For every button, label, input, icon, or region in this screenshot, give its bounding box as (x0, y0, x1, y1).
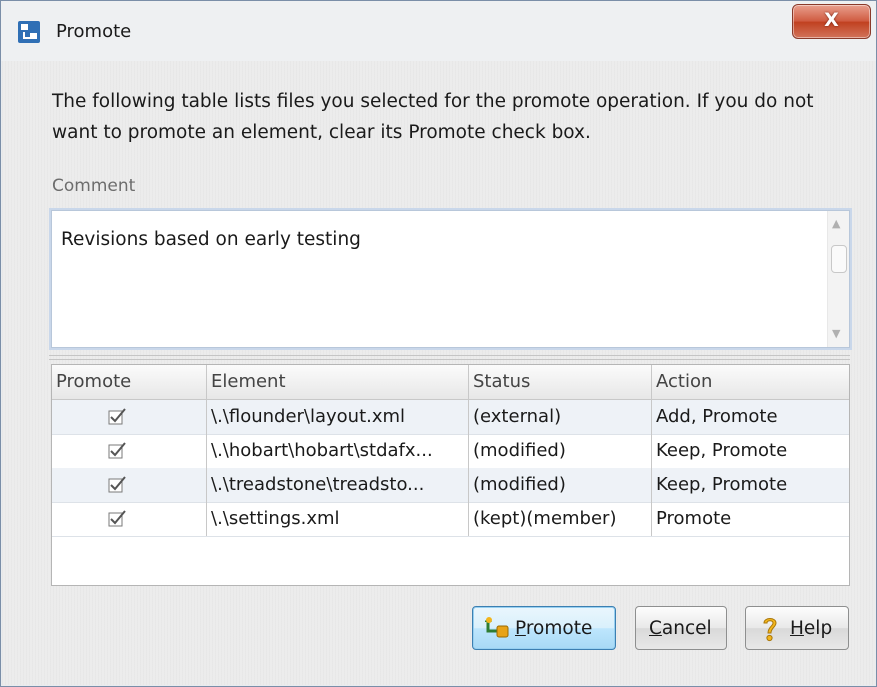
promote-button-label: Promote (515, 618, 593, 639)
action-cell: Add, Promote (656, 406, 778, 427)
action-cell: Keep, Promote (656, 440, 788, 461)
status-cell: (kept)(member) (469, 502, 652, 536)
help-button-label: Help (790, 618, 833, 639)
comment-scrollbar[interactable]: ▲ ▼ (827, 211, 849, 347)
promote-button[interactable]: Promote (472, 606, 616, 650)
promote-app-icon (18, 21, 40, 43)
element-cell: \.\flounder\layout.xml (207, 400, 469, 434)
promote-checkbox[interactable] (52, 434, 207, 468)
close-icon: X (824, 9, 839, 31)
table-row[interactable]: \.\hobart\hobart\stdafx... (modified) Ke… (52, 434, 849, 469)
action-cell: Promote (656, 508, 732, 529)
checkbox-checked-icon (108, 476, 126, 493)
comment-label: Comment (52, 176, 136, 196)
scroll-down-icon[interactable]: ▼ (832, 327, 840, 340)
checkbox-checked-icon (108, 442, 126, 459)
checkbox-checked-icon (108, 510, 126, 527)
element-cell: \.\hobart\hobart\stdafx... (207, 434, 469, 468)
close-button[interactable]: X (792, 4, 871, 39)
table-row[interactable]: \.\treadstone\treadsto... (modified) Kee… (52, 468, 849, 503)
scroll-thumb[interactable] (831, 245, 847, 273)
status-cell: (modified) (469, 434, 652, 468)
promote-checkbox[interactable] (52, 468, 207, 502)
scroll-up-icon[interactable]: ▲ (832, 217, 840, 230)
cancel-button-label: Cancel (649, 618, 712, 639)
element-cell: \.\treadstone\treadsto... (207, 468, 469, 502)
comment-value: Revisions based on early testing (61, 229, 361, 250)
title-bar[interactable]: Promote X (1, 1, 876, 61)
help-question-icon (763, 618, 777, 642)
help-button[interactable]: Help (745, 606, 849, 650)
cancel-button[interactable]: Cancel (635, 606, 727, 650)
pane-splitter[interactable] (49, 355, 850, 360)
instructions-text: The following table lists files you sele… (52, 91, 814, 143)
window-title: Promote (56, 21, 132, 42)
header-status[interactable]: Status (469, 365, 652, 399)
promote-checkbox[interactable] (52, 502, 207, 536)
promote-icon (485, 617, 509, 638)
header-element[interactable]: Element (207, 365, 469, 399)
status-cell: (modified) (469, 468, 652, 502)
checkbox-checked-icon (108, 408, 126, 425)
header-action[interactable]: Action (652, 365, 849, 399)
table-row[interactable]: \.\flounder\layout.xml (external) Add, P… (52, 400, 849, 435)
action-cell: Keep, Promote (656, 474, 788, 495)
table-row[interactable]: \.\settings.xml (kept)(member) Promote (52, 502, 849, 537)
element-cell: \.\settings.xml (207, 502, 469, 536)
comment-textarea[interactable]: Revisions based on early testing ▲ ▼ (51, 210, 850, 348)
table-header: Promote Element Status Action (52, 365, 849, 400)
header-promote[interactable]: Promote (52, 365, 207, 399)
files-table: Promote Element Status Action \.\flounde… (51, 364, 850, 586)
status-cell: (external) (469, 400, 652, 434)
promote-checkbox[interactable] (52, 400, 207, 434)
